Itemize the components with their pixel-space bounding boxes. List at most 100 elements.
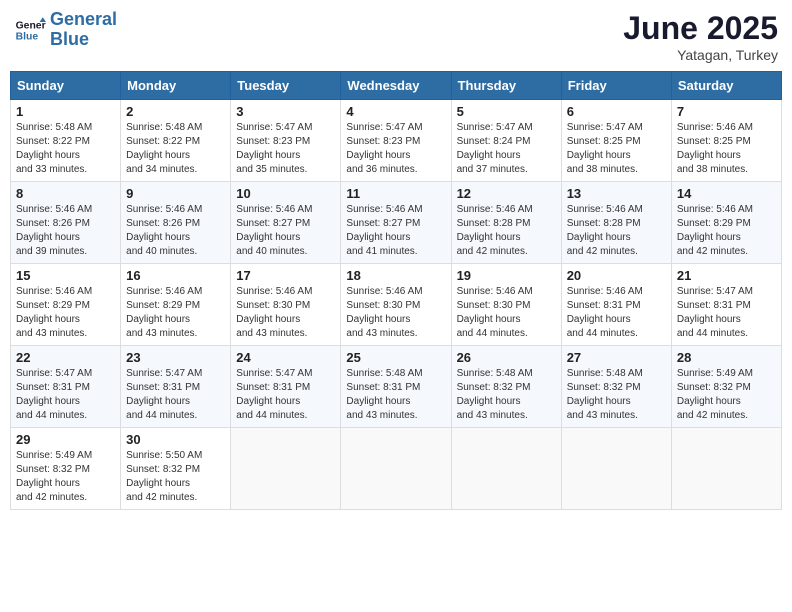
location-subtitle: Yatagan, Turkey <box>623 47 778 63</box>
day-number: 27 <box>567 350 666 365</box>
day-info: Sunrise: 5:46 AM Sunset: 8:25 PM Dayligh… <box>677 121 776 177</box>
day-number: 14 <box>677 186 776 201</box>
table-cell <box>561 428 671 510</box>
table-cell: 24 Sunrise: 5:47 AM Sunset: 8:31 PM Dayl… <box>231 346 341 428</box>
svg-text:General: General <box>16 20 46 31</box>
col-friday: Friday <box>561 72 671 100</box>
table-cell: 1 Sunrise: 5:48 AM Sunset: 8:22 PM Dayli… <box>11 100 121 182</box>
day-info: Sunrise: 5:47 AM Sunset: 8:23 PM Dayligh… <box>236 121 335 177</box>
day-info: Sunrise: 5:49 AM Sunset: 8:32 PM Dayligh… <box>677 367 776 423</box>
table-cell: 25 Sunrise: 5:48 AM Sunset: 8:31 PM Dayl… <box>341 346 451 428</box>
table-cell <box>231 428 341 510</box>
table-cell: 27 Sunrise: 5:48 AM Sunset: 8:32 PM Dayl… <box>561 346 671 428</box>
page-header: General Blue GeneralBlue June 2025 Yatag… <box>10 10 782 63</box>
table-cell: 23 Sunrise: 5:47 AM Sunset: 8:31 PM Dayl… <box>121 346 231 428</box>
day-number: 22 <box>16 350 115 365</box>
day-info: Sunrise: 5:46 AM Sunset: 8:28 PM Dayligh… <box>567 203 666 259</box>
day-number: 8 <box>16 186 115 201</box>
day-info: Sunrise: 5:46 AM Sunset: 8:26 PM Dayligh… <box>126 203 225 259</box>
table-cell: 8 Sunrise: 5:46 AM Sunset: 8:26 PM Dayli… <box>11 182 121 264</box>
day-info: Sunrise: 5:48 AM Sunset: 8:31 PM Dayligh… <box>346 367 445 423</box>
table-cell: 4 Sunrise: 5:47 AM Sunset: 8:23 PM Dayli… <box>341 100 451 182</box>
day-number: 16 <box>126 268 225 283</box>
day-number: 6 <box>567 104 666 119</box>
day-info: Sunrise: 5:46 AM Sunset: 8:27 PM Dayligh… <box>236 203 335 259</box>
table-cell: 19 Sunrise: 5:46 AM Sunset: 8:30 PM Dayl… <box>451 264 561 346</box>
day-number: 23 <box>126 350 225 365</box>
day-info: Sunrise: 5:50 AM Sunset: 8:32 PM Dayligh… <box>126 449 225 505</box>
col-wednesday: Wednesday <box>341 72 451 100</box>
day-number: 12 <box>457 186 556 201</box>
table-cell: 12 Sunrise: 5:46 AM Sunset: 8:28 PM Dayl… <box>451 182 561 264</box>
day-number: 25 <box>346 350 445 365</box>
table-cell <box>451 428 561 510</box>
calendar-week-row: 1 Sunrise: 5:48 AM Sunset: 8:22 PM Dayli… <box>11 100 782 182</box>
day-info: Sunrise: 5:49 AM Sunset: 8:32 PM Dayligh… <box>16 449 115 505</box>
day-info: Sunrise: 5:46 AM Sunset: 8:30 PM Dayligh… <box>346 285 445 341</box>
table-cell: 11 Sunrise: 5:46 AM Sunset: 8:27 PM Dayl… <box>341 182 451 264</box>
calendar-week-row: 29 Sunrise: 5:49 AM Sunset: 8:32 PM Dayl… <box>11 428 782 510</box>
col-saturday: Saturday <box>671 72 781 100</box>
day-info: Sunrise: 5:46 AM Sunset: 8:30 PM Dayligh… <box>236 285 335 341</box>
day-info: Sunrise: 5:47 AM Sunset: 8:31 PM Dayligh… <box>236 367 335 423</box>
month-title: June 2025 <box>623 10 778 47</box>
table-cell: 16 Sunrise: 5:46 AM Sunset: 8:29 PM Dayl… <box>121 264 231 346</box>
logo-text: GeneralBlue <box>50 10 117 50</box>
table-cell: 2 Sunrise: 5:48 AM Sunset: 8:22 PM Dayli… <box>121 100 231 182</box>
day-info: Sunrise: 5:46 AM Sunset: 8:30 PM Dayligh… <box>457 285 556 341</box>
col-monday: Monday <box>121 72 231 100</box>
table-cell: 22 Sunrise: 5:47 AM Sunset: 8:31 PM Dayl… <box>11 346 121 428</box>
logo: General Blue GeneralBlue <box>14 10 117 50</box>
table-cell: 17 Sunrise: 5:46 AM Sunset: 8:30 PM Dayl… <box>231 264 341 346</box>
day-number: 7 <box>677 104 776 119</box>
calendar-header-row: Sunday Monday Tuesday Wednesday Thursday… <box>11 72 782 100</box>
calendar-table: Sunday Monday Tuesday Wednesday Thursday… <box>10 71 782 510</box>
table-cell: 26 Sunrise: 5:48 AM Sunset: 8:32 PM Dayl… <box>451 346 561 428</box>
day-info: Sunrise: 5:46 AM Sunset: 8:31 PM Dayligh… <box>567 285 666 341</box>
svg-text:Blue: Blue <box>16 31 39 42</box>
table-cell: 20 Sunrise: 5:46 AM Sunset: 8:31 PM Dayl… <box>561 264 671 346</box>
col-sunday: Sunday <box>11 72 121 100</box>
day-number: 4 <box>346 104 445 119</box>
day-info: Sunrise: 5:47 AM Sunset: 8:31 PM Dayligh… <box>126 367 225 423</box>
table-cell: 10 Sunrise: 5:46 AM Sunset: 8:27 PM Dayl… <box>231 182 341 264</box>
day-info: Sunrise: 5:47 AM Sunset: 8:23 PM Dayligh… <box>346 121 445 177</box>
day-info: Sunrise: 5:46 AM Sunset: 8:26 PM Dayligh… <box>16 203 115 259</box>
table-cell: 6 Sunrise: 5:47 AM Sunset: 8:25 PM Dayli… <box>561 100 671 182</box>
table-cell: 7 Sunrise: 5:46 AM Sunset: 8:25 PM Dayli… <box>671 100 781 182</box>
day-info: Sunrise: 5:48 AM Sunset: 8:32 PM Dayligh… <box>567 367 666 423</box>
day-number: 19 <box>457 268 556 283</box>
day-number: 24 <box>236 350 335 365</box>
table-cell: 9 Sunrise: 5:46 AM Sunset: 8:26 PM Dayli… <box>121 182 231 264</box>
table-cell: 29 Sunrise: 5:49 AM Sunset: 8:32 PM Dayl… <box>11 428 121 510</box>
day-number: 10 <box>236 186 335 201</box>
table-cell: 21 Sunrise: 5:47 AM Sunset: 8:31 PM Dayl… <box>671 264 781 346</box>
day-number: 30 <box>126 432 225 447</box>
day-info: Sunrise: 5:48 AM Sunset: 8:22 PM Dayligh… <box>126 121 225 177</box>
col-thursday: Thursday <box>451 72 561 100</box>
day-number: 20 <box>567 268 666 283</box>
day-number: 11 <box>346 186 445 201</box>
day-number: 28 <box>677 350 776 365</box>
day-number: 15 <box>16 268 115 283</box>
day-info: Sunrise: 5:47 AM Sunset: 8:31 PM Dayligh… <box>16 367 115 423</box>
day-info: Sunrise: 5:46 AM Sunset: 8:27 PM Dayligh… <box>346 203 445 259</box>
calendar-week-row: 15 Sunrise: 5:46 AM Sunset: 8:29 PM Dayl… <box>11 264 782 346</box>
day-number: 29 <box>16 432 115 447</box>
day-number: 18 <box>346 268 445 283</box>
day-number: 17 <box>236 268 335 283</box>
day-number: 1 <box>16 104 115 119</box>
day-info: Sunrise: 5:48 AM Sunset: 8:32 PM Dayligh… <box>457 367 556 423</box>
table-cell <box>341 428 451 510</box>
table-cell: 15 Sunrise: 5:46 AM Sunset: 8:29 PM Dayl… <box>11 264 121 346</box>
day-number: 5 <box>457 104 556 119</box>
day-info: Sunrise: 5:46 AM Sunset: 8:29 PM Dayligh… <box>126 285 225 341</box>
table-cell: 28 Sunrise: 5:49 AM Sunset: 8:32 PM Dayl… <box>671 346 781 428</box>
day-number: 9 <box>126 186 225 201</box>
day-info: Sunrise: 5:48 AM Sunset: 8:22 PM Dayligh… <box>16 121 115 177</box>
title-block: June 2025 Yatagan, Turkey <box>623 10 778 63</box>
day-info: Sunrise: 5:46 AM Sunset: 8:29 PM Dayligh… <box>677 203 776 259</box>
table-cell: 14 Sunrise: 5:46 AM Sunset: 8:29 PM Dayl… <box>671 182 781 264</box>
table-cell: 5 Sunrise: 5:47 AM Sunset: 8:24 PM Dayli… <box>451 100 561 182</box>
calendar-week-row: 22 Sunrise: 5:47 AM Sunset: 8:31 PM Dayl… <box>11 346 782 428</box>
